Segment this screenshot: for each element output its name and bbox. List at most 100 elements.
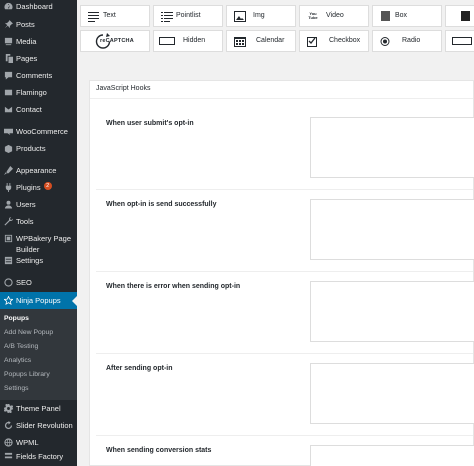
contact-icon xyxy=(3,105,13,115)
hook-textarea-error[interactable] xyxy=(310,281,474,342)
seo-icon xyxy=(3,278,13,288)
sidebar-item-label: Products xyxy=(16,144,46,153)
sidebar-item-label: Contact xyxy=(16,105,42,114)
gear-icon xyxy=(3,404,13,414)
sidebar-item-label: WooCommerce xyxy=(16,127,68,136)
sidebar-item-label: Theme Panel xyxy=(16,404,61,413)
ninja-popups-submenu: Popups Add New Popup A/B Testing Analyti… xyxy=(0,309,77,400)
text-lines-icon xyxy=(87,10,101,22)
sidebar-item-users[interactable]: Users xyxy=(0,199,77,216)
sidebar-item-label: Comments xyxy=(16,71,53,80)
box-icon xyxy=(379,10,393,22)
sidebar-item-label: Users xyxy=(16,200,36,209)
sidebar-item-label: Slider Revolution xyxy=(16,421,73,430)
button-label: Text xyxy=(103,12,116,19)
sidebar-item-dashboard[interactable]: Dashboard xyxy=(0,1,77,14)
hook-label-after-send: After sending opt-in xyxy=(106,365,173,372)
add-text-button[interactable]: Text xyxy=(80,5,150,27)
sidebar-item-wpbakery[interactable]: WPBakery Page Builder xyxy=(0,233,77,255)
javascript-hooks-panel: JavaScript Hooks When user submit's opt-… xyxy=(89,80,474,466)
add-hidden-field-button[interactable]: Hidden xyxy=(153,30,223,52)
wpbakery-icon xyxy=(3,234,13,244)
sidebar-item-label: Pages xyxy=(16,54,38,63)
sidebar-item-comments[interactable]: Comments xyxy=(0,70,77,87)
recaptcha-label: reCAPTCHA xyxy=(100,38,134,44)
sidebar-item-wpml[interactable]: WPML xyxy=(0,437,77,451)
sidebar-item-label: Appearance xyxy=(16,166,57,175)
plugins-icon xyxy=(3,183,13,193)
dashboard-icon xyxy=(3,2,13,12)
hook-divider xyxy=(96,435,473,436)
hook-divider xyxy=(96,353,473,354)
calendar-icon xyxy=(233,35,247,47)
sidebar-item-settings[interactable]: Settings xyxy=(0,255,77,273)
button-label: Calendar xyxy=(256,37,285,44)
add-video-button[interactable]: You Tube Video xyxy=(299,5,369,27)
sidebar-item-products[interactable]: Products xyxy=(0,143,77,161)
settings-icon xyxy=(3,256,13,266)
hook-textarea-submit[interactable] xyxy=(310,117,474,178)
star-icon xyxy=(3,296,13,306)
sidebar-item-media[interactable]: Media xyxy=(0,36,77,53)
sidebar-item-appearance[interactable]: Appearance xyxy=(0,165,77,182)
hook-label-conversion-stats: When sending conversion stats xyxy=(106,447,212,454)
hook-textarea-after-send[interactable] xyxy=(310,363,474,424)
add-calendar-button[interactable]: Calendar xyxy=(226,30,296,52)
products-icon xyxy=(3,144,13,154)
button-label: Box xyxy=(395,12,408,19)
sidebar-item-posts[interactable]: Posts xyxy=(0,19,77,36)
youtube-icon: You Tube xyxy=(306,10,320,22)
add-pointlist-button[interactable]: Pointlist xyxy=(153,5,223,27)
checkbox-icon xyxy=(306,35,320,47)
sidebar-item-slider-revolution[interactable]: Slider Revolution xyxy=(0,420,77,437)
hook-label-error: When there is error when sending opt-in xyxy=(106,283,241,290)
refresh-icon xyxy=(3,421,13,431)
sidebar-item-woocommerce[interactable]: WooCommerce xyxy=(0,126,77,143)
submenu-item-add-new-popup[interactable]: Add New Popup xyxy=(0,326,77,340)
sidebar-item-label: Plugins xyxy=(16,183,41,192)
add-radio-button[interactable]: Radio xyxy=(372,30,442,52)
sidebar-item-plugins[interactable]: Plugins 2 xyxy=(0,182,77,199)
appearance-icon xyxy=(3,166,13,176)
button-label: Video xyxy=(326,12,344,19)
hook-textarea-success[interactable] xyxy=(310,199,474,260)
pin-icon xyxy=(3,20,13,30)
add-image-button[interactable]: Img xyxy=(226,5,296,27)
sidebar-item-ninja-popups[interactable]: Ninja Popups xyxy=(0,292,77,309)
sidebar-item-tools[interactable]: Tools xyxy=(0,216,77,233)
add-recaptcha-button[interactable]: reCAPTCHA xyxy=(80,30,150,52)
button-label: Radio xyxy=(402,37,421,44)
add-box-button[interactable]: Box xyxy=(372,5,442,27)
sidebar-item-contact[interactable]: Contact xyxy=(0,104,77,122)
add-field-button[interactable] xyxy=(445,30,474,52)
add-more-button[interactable] xyxy=(445,5,474,27)
hook-divider xyxy=(96,189,473,190)
add-checkbox-button[interactable]: Checkbox xyxy=(299,30,369,52)
tools-icon xyxy=(3,217,13,227)
panel-title: JavaScript Hooks xyxy=(96,85,151,92)
submenu-item-popups[interactable]: Popups xyxy=(0,312,77,326)
admin-sidebar: Dashboard Posts Media Pages Comments Fla… xyxy=(0,0,77,466)
sidebar-item-label: WPML xyxy=(16,438,39,447)
submenu-item-popups-library[interactable]: Popups Library xyxy=(0,368,77,382)
button-label: Hidden xyxy=(183,37,206,44)
hook-label-success: When opt-in is send successfully xyxy=(106,201,217,208)
flamingo-icon xyxy=(3,88,13,98)
sidebar-item-pages[interactable]: Pages xyxy=(0,53,77,70)
submenu-item-analytics[interactable]: Analytics xyxy=(0,354,77,368)
sidebar-item-flamingo[interactable]: Flamingo xyxy=(0,87,77,104)
hook-textarea-conversion-stats[interactable] xyxy=(310,445,474,466)
hidden-field-icon xyxy=(159,35,175,47)
users-icon xyxy=(3,200,13,210)
sidebar-item-fields-factory[interactable]: Fields Factory xyxy=(0,451,77,463)
submenu-item-settings[interactable]: Settings xyxy=(0,382,77,396)
sidebar-item-label: Dashboard xyxy=(16,2,53,11)
media-icon xyxy=(3,37,13,47)
sidebar-item-seo[interactable]: SEO xyxy=(0,277,77,292)
fields-icon xyxy=(3,452,13,462)
pages-icon xyxy=(3,54,13,64)
submenu-item-ab-testing[interactable]: A/B Testing xyxy=(0,340,77,354)
woocommerce-icon xyxy=(3,127,13,137)
sidebar-item-theme-panel[interactable]: Theme Panel xyxy=(0,403,77,420)
wpml-icon xyxy=(3,438,13,448)
